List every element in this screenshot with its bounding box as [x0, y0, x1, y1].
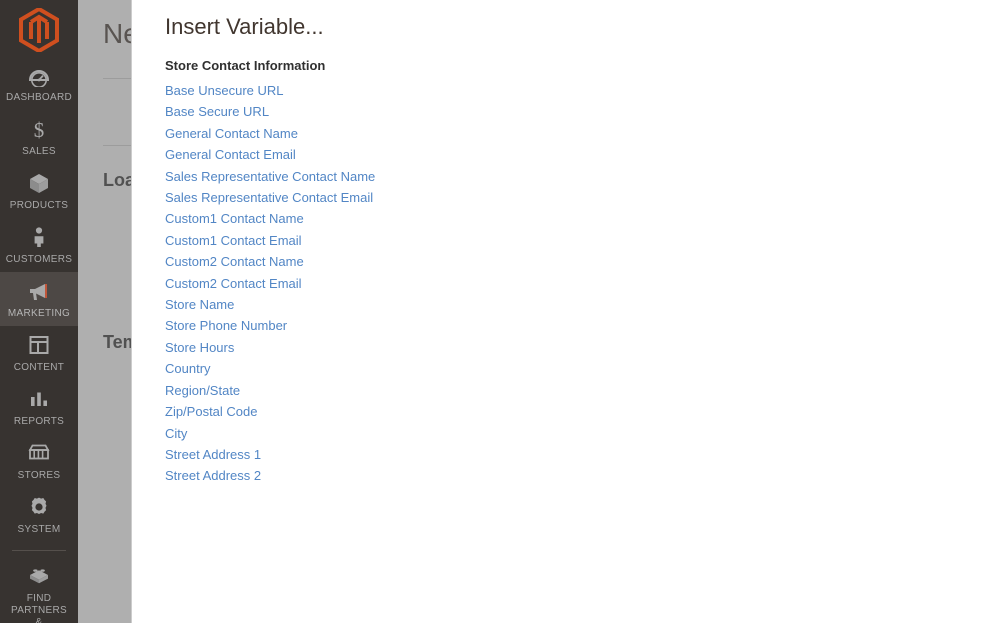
variable-list-item: Store Name	[165, 294, 996, 315]
variable-link[interactable]: Store Hours	[165, 337, 234, 358]
variable-link[interactable]: Store Name	[165, 294, 234, 315]
variable-link[interactable]: Region/State	[165, 380, 240, 401]
variable-list-item: Custom2 Contact Name	[165, 251, 996, 272]
variable-list-item: Sales Representative Contact Email	[165, 187, 996, 208]
variable-link[interactable]: Zip/Postal Code	[165, 401, 258, 422]
variable-list: Base Unsecure URL Base Secure URL General …	[165, 80, 996, 487]
sidebar-nav-list: DASHBOARD $ SALES PRODUCTS CUSTOMERS MAR…	[0, 56, 78, 623]
sidebar-item-label: REPORTS	[13, 416, 65, 427]
sidebar-item-label: SALES	[22, 146, 56, 157]
variable-link[interactable]: Custom1 Contact Email	[165, 230, 302, 251]
variable-link[interactable]: Base Unsecure URL	[165, 80, 284, 101]
sidebar-item-label: CUSTOMERS	[5, 254, 73, 265]
person-icon	[2, 225, 76, 251]
modal-header: Insert Variable...	[132, 0, 996, 42]
variable-link[interactable]: General Contact Name	[165, 123, 298, 144]
dashboard-gauge-icon	[2, 63, 76, 89]
variable-list-item: Base Unsecure URL	[165, 80, 996, 101]
box-icon	[2, 171, 76, 197]
variable-link[interactable]: Store Phone Number	[165, 315, 287, 336]
sidebar-item-customers[interactable]: CUSTOMERS	[0, 218, 78, 272]
variable-link[interactable]: Base Secure URL	[165, 101, 269, 122]
sidebar-divider	[12, 550, 66, 551]
storefront-awning-icon	[2, 441, 76, 467]
variable-link[interactable]: General Contact Email	[165, 144, 296, 165]
sidebar-item-label: SYSTEM	[17, 524, 61, 535]
megaphone-icon	[2, 279, 76, 305]
sidebar-item-label: STORES	[17, 470, 61, 481]
variable-group-title: Store Contact Information	[165, 58, 326, 73]
sidebar-item-marketing[interactable]: MARKETING	[0, 272, 78, 326]
sidebar-item-stores[interactable]: STORES	[0, 434, 78, 488]
variable-list-item: City	[165, 423, 996, 444]
sidebar-item-label: FIND PARTNERS & EXTENSIONS	[11, 593, 67, 623]
variable-list-item: Region/State	[165, 380, 996, 401]
layout-panel-icon	[2, 333, 76, 359]
variable-link[interactable]: Custom1 Contact Name	[165, 208, 304, 229]
gear-icon	[2, 495, 76, 521]
variable-list-item: Store Phone Number	[165, 315, 996, 336]
sidebar-item-dashboard[interactable]: DASHBOARD	[0, 56, 78, 110]
variable-link[interactable]: Custom2 Contact Name	[165, 251, 304, 272]
sidebar-item-find-partners-extensions[interactable]: FIND PARTNERS & EXTENSIONS	[0, 557, 78, 623]
sidebar-item-products[interactable]: PRODUCTS	[0, 164, 78, 218]
variable-list-item: Custom2 Contact Email	[165, 273, 996, 294]
variable-link[interactable]: Street Address 1	[165, 444, 261, 465]
variable-list-item: Store Hours	[165, 337, 996, 358]
sidebar-item-label: DASHBOARD	[5, 92, 73, 103]
variable-list-item: Custom1 Contact Email	[165, 230, 996, 251]
admin-sidebar: DASHBOARD $ SALES PRODUCTS CUSTOMERS MAR…	[0, 0, 78, 623]
variable-list-item: Custom1 Contact Name	[165, 208, 996, 229]
modal-title: Insert Variable...	[165, 14, 324, 39]
variable-link[interactable]: Country	[165, 358, 211, 379]
variable-list-item: Country	[165, 358, 996, 379]
insert-variable-modal: Insert Variable... Store Contact Informa…	[131, 0, 996, 623]
modal-body: Store Contact Information Base Unsecure …	[132, 42, 996, 487]
sidebar-item-reports[interactable]: REPORTS	[0, 380, 78, 434]
variable-list-item: General Contact Email	[165, 144, 996, 165]
svg-text:$: $	[34, 118, 45, 141]
sidebar-item-label: MARKETING	[7, 308, 71, 319]
dollar-sign-icon: $	[2, 117, 76, 143]
sidebar-item-label: PRODUCTS	[9, 200, 69, 211]
bar-chart-icon	[2, 387, 76, 413]
variable-list-item: Street Address 1	[165, 444, 996, 465]
variable-link[interactable]: City	[165, 423, 187, 444]
sidebar-item-sales[interactable]: $ SALES	[0, 110, 78, 164]
variable-list-item: Sales Representative Contact Name	[165, 166, 996, 187]
sidebar-item-system[interactable]: SYSTEM	[0, 488, 78, 542]
variable-list-item: Base Secure URL	[165, 101, 996, 122]
variable-list-item: Zip/Postal Code	[165, 401, 996, 422]
variable-link[interactable]: Street Address 2	[165, 465, 261, 486]
variable-list-item: General Contact Name	[165, 123, 996, 144]
lego-brick-icon	[2, 564, 76, 590]
variable-link[interactable]: Custom2 Contact Email	[165, 273, 302, 294]
magento-logo[interactable]	[0, 0, 78, 56]
variable-link[interactable]: Sales Representative Contact Email	[165, 187, 373, 208]
variable-list-item: Street Address 2	[165, 465, 996, 486]
admin-page: Ne Loa Tem	[0, 0, 996, 623]
sidebar-item-content[interactable]: CONTENT	[0, 326, 78, 380]
sidebar-item-label: CONTENT	[13, 362, 65, 373]
variable-link[interactable]: Sales Representative Contact Name	[165, 166, 375, 187]
